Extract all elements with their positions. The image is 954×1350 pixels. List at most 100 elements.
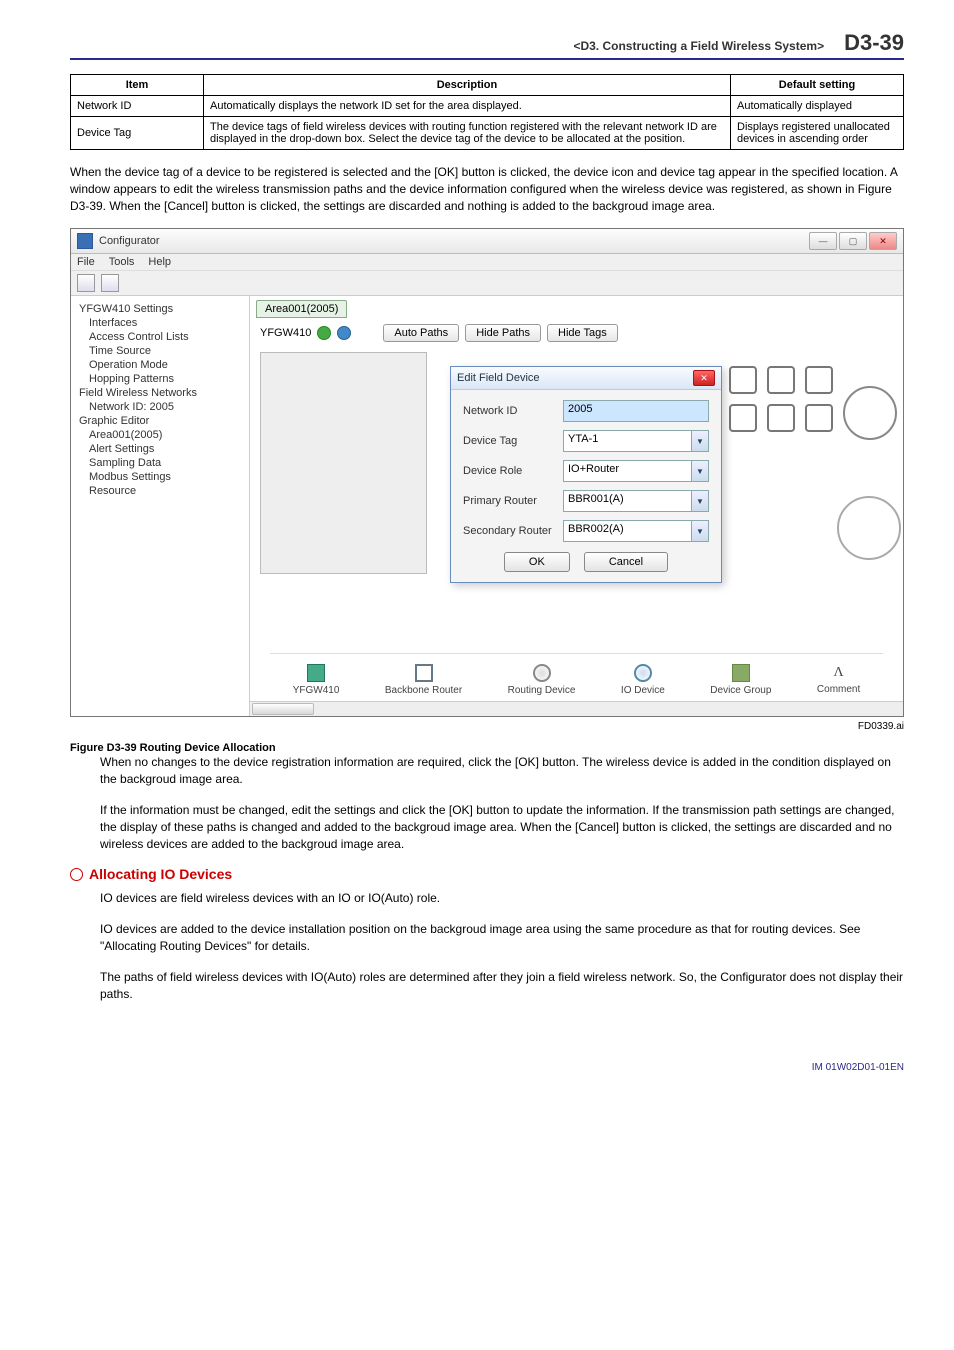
app-icon bbox=[77, 233, 93, 249]
device-slot[interactable] bbox=[729, 404, 757, 432]
scrollbar-thumb[interactable] bbox=[252, 703, 314, 715]
device-slot[interactable] bbox=[767, 404, 795, 432]
edit-field-device-dialog: Edit Field Device ✕ Network ID 2005 Devi… bbox=[450, 366, 722, 583]
horizontal-scrollbar[interactable] bbox=[250, 701, 903, 716]
menu-file[interactable]: File bbox=[77, 256, 95, 268]
description-table: Item Description Default setting Network… bbox=[70, 74, 904, 150]
tree-item[interactable]: Alert Settings bbox=[75, 442, 245, 456]
tree-item[interactable]: YFGW410 Settings bbox=[75, 302, 245, 316]
window-title: Configurator bbox=[99, 235, 809, 247]
tree-item[interactable]: Sampling Data bbox=[75, 456, 245, 470]
toolbar-open-icon[interactable] bbox=[77, 274, 95, 292]
tree-item[interactable]: Operation Mode bbox=[75, 358, 245, 372]
device-slot[interactable] bbox=[805, 366, 833, 394]
menu-bar: File Tools Help bbox=[71, 254, 903, 271]
menu-tools[interactable]: Tools bbox=[109, 256, 135, 268]
dialog-close-button[interactable]: ✕ bbox=[693, 370, 715, 386]
device-tag-field[interactable]: YTA-1 bbox=[563, 430, 691, 452]
paragraph: If the information must be changed, edit… bbox=[100, 802, 904, 852]
field-label: Device Role bbox=[463, 465, 563, 477]
figure-caption: Figure D3-39 Routing Device Allocation bbox=[70, 742, 904, 754]
dialog-title: Edit Field Device bbox=[457, 372, 693, 384]
legend-label: Routing Device bbox=[508, 685, 576, 696]
heading-text: Allocating IO Devices bbox=[89, 866, 232, 882]
field-label: Device Tag bbox=[463, 435, 563, 447]
cancel-button[interactable]: Cancel bbox=[584, 552, 668, 572]
table-row: Network ID Automatically displays the ne… bbox=[71, 96, 904, 117]
minimize-button[interactable]: — bbox=[809, 232, 837, 250]
device-slot[interactable] bbox=[729, 366, 757, 394]
tree-item[interactable]: Hopping Patterns bbox=[75, 372, 245, 386]
tree-item[interactable]: Interfaces bbox=[75, 316, 245, 330]
graphic-canvas[interactable]: Area001(2005) YFGW410 Auto Paths Hide Pa… bbox=[250, 296, 903, 716]
maximize-button[interactable]: ▢ bbox=[839, 232, 867, 250]
legend-bar: YFGW410 Backbone Router Routing Device I… bbox=[270, 653, 883, 696]
toolbar-save-icon[interactable] bbox=[101, 274, 119, 292]
hide-tags-button[interactable]: Hide Tags bbox=[547, 324, 618, 342]
page-header: <D3. Constructing a Field Wireless Syste… bbox=[70, 30, 904, 60]
tree-item[interactable]: Time Source bbox=[75, 344, 245, 358]
status-led-green-icon bbox=[317, 326, 331, 340]
hide-paths-button[interactable]: Hide Paths bbox=[465, 324, 541, 342]
primary-router-field[interactable]: BBR001(A) bbox=[563, 490, 691, 512]
cell-desc: The device tags of field wireless device… bbox=[204, 117, 731, 150]
device-slot[interactable] bbox=[805, 404, 833, 432]
network-id-field: 2005 bbox=[563, 400, 709, 422]
tree-item[interactable]: Field Wireless Networks bbox=[75, 386, 245, 400]
circle-bullet-icon bbox=[70, 868, 83, 881]
tree-item[interactable]: Area001(2005) bbox=[75, 428, 245, 442]
chevron-down-icon[interactable]: ▼ bbox=[691, 460, 709, 482]
close-button[interactable]: ✕ bbox=[869, 232, 897, 250]
cell-def: Automatically displayed bbox=[731, 96, 904, 117]
legend-label: YFGW410 bbox=[293, 685, 340, 696]
paragraph: When the device tag of a device to be re… bbox=[70, 164, 904, 214]
device-role-field[interactable]: IO+Router bbox=[563, 460, 691, 482]
paragraph: When no changes to the device registrati… bbox=[100, 754, 904, 788]
device-circle-icon bbox=[837, 496, 901, 560]
header-title: <D3. Constructing a Field Wireless Syste… bbox=[70, 39, 844, 53]
legend-label: Backbone Router bbox=[385, 685, 462, 696]
paragraph: The paths of field wireless devices with… bbox=[100, 969, 904, 1003]
legend-label: IO Device bbox=[621, 685, 665, 696]
tool-bar bbox=[71, 271, 903, 296]
paragraph: IO devices are added to the device insta… bbox=[100, 921, 904, 955]
col-item: Item bbox=[71, 75, 204, 96]
tree-item[interactable]: Network ID: 2005 bbox=[75, 400, 245, 414]
device-circle-icon bbox=[843, 386, 897, 440]
chevron-down-icon[interactable]: ▼ bbox=[691, 430, 709, 452]
field-label: Primary Router bbox=[463, 495, 563, 507]
cell-def: Displays registered unallocated devices … bbox=[731, 117, 904, 150]
chevron-down-icon[interactable]: ▼ bbox=[691, 490, 709, 512]
backbone-router-icon bbox=[415, 664, 433, 682]
field-label: Secondary Router bbox=[463, 525, 563, 537]
header-page-number: D3-39 bbox=[844, 30, 904, 56]
status-led-blue-icon bbox=[337, 326, 351, 340]
device-placeholder bbox=[260, 352, 427, 574]
routing-device-icon bbox=[533, 664, 551, 682]
auto-paths-button[interactable]: Auto Paths bbox=[383, 324, 459, 342]
tree-item[interactable]: Access Control Lists bbox=[75, 330, 245, 344]
gateway-row: YFGW410 Auto Paths Hide Paths Hide Tags bbox=[260, 324, 618, 342]
configurator-window: Configurator — ▢ ✕ File Tools Help YFGW4… bbox=[70, 228, 904, 717]
menu-help[interactable]: Help bbox=[148, 256, 171, 268]
comment-icon: Λ bbox=[834, 665, 844, 681]
device-group-icon bbox=[732, 664, 750, 682]
tree-item[interactable]: Graphic Editor bbox=[75, 414, 245, 428]
area-tab[interactable]: Area001(2005) bbox=[256, 300, 347, 318]
cell-item: Device Tag bbox=[71, 117, 204, 150]
section-heading: Allocating IO Devices bbox=[70, 866, 904, 882]
col-default: Default setting bbox=[731, 75, 904, 96]
window-title-bar: Configurator — ▢ ✕ bbox=[71, 229, 903, 254]
field-label: Network ID bbox=[463, 405, 563, 417]
chevron-down-icon[interactable]: ▼ bbox=[691, 520, 709, 542]
figure-id: FD0339.ai bbox=[858, 721, 904, 732]
tree-item[interactable]: Resource bbox=[75, 484, 245, 498]
secondary-router-field[interactable]: BBR002(A) bbox=[563, 520, 691, 542]
tree-item[interactable]: Modbus Settings bbox=[75, 470, 245, 484]
cell-desc: Automatically displays the network ID se… bbox=[204, 96, 731, 117]
device-slot[interactable] bbox=[767, 366, 795, 394]
dialog-title-bar: Edit Field Device ✕ bbox=[451, 367, 721, 390]
io-device-icon bbox=[634, 664, 652, 682]
ok-button[interactable]: OK bbox=[504, 552, 570, 572]
col-desc: Description bbox=[204, 75, 731, 96]
